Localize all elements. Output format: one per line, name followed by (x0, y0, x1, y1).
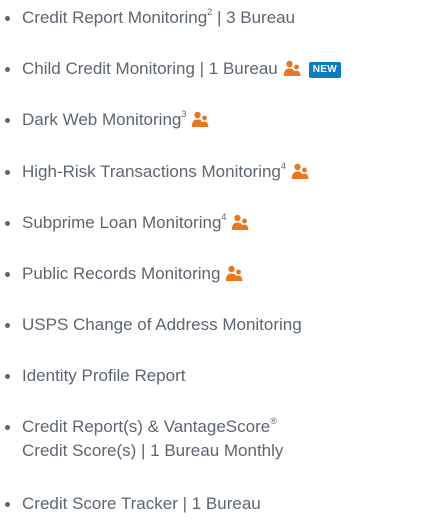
bullet-icon (5, 67, 10, 72)
family-icon (232, 214, 249, 230)
bullet-icon (5, 374, 10, 379)
feature-label: Credit Report Monitoring (22, 8, 208, 27)
family-icon (192, 111, 209, 127)
bullet-icon (5, 221, 10, 226)
new-badge: NEW (308, 62, 341, 78)
feature-label: USPS Change of Address Monitoring (22, 315, 302, 334)
bullet-icon (5, 118, 10, 123)
feature-label: High-Risk Transactions Monitoring (22, 162, 281, 181)
feature-label: Public Records Monitoring (22, 264, 221, 283)
feature-label: Credit Score Tracker | 1 Bureau (22, 494, 261, 513)
feature-label: Subprime Loan Monitoring (22, 213, 222, 232)
feature-label: Dark Web Monitoring (22, 110, 182, 129)
feature-label: Child Credit Monitoring | 1 Bureau (22, 59, 278, 78)
feature-label-suffix: | 3 Bureau (212, 8, 296, 27)
family-icon (291, 163, 309, 179)
footnote-marker: 3 (181, 109, 187, 120)
footnote-marker: 4 (221, 212, 227, 223)
feature-label: Identity Profile Report (22, 366, 186, 385)
bullet-icon (5, 323, 10, 328)
feature-label: Credit Report(s) & VantageScore (22, 417, 271, 436)
bullet-icon (5, 502, 10, 507)
bullet-icon (5, 170, 10, 175)
bullet-icon (5, 425, 10, 430)
registered-mark: ® (270, 416, 277, 427)
bullet-icon (5, 272, 10, 277)
footnote-marker: 4 (280, 161, 286, 172)
footnote-marker: 2 (207, 7, 213, 18)
family-icon (226, 265, 243, 281)
bullet-icon (5, 16, 10, 21)
family-icon (283, 60, 301, 76)
feature-label-suffix: Credit Score(s) | 1 Bureau Monthly (22, 441, 284, 460)
